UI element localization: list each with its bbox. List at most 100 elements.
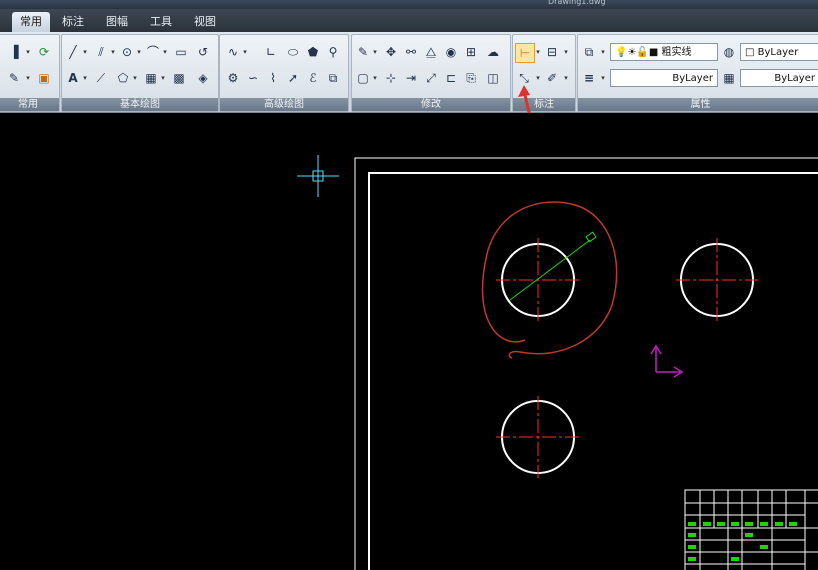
layer-combo[interactable]: 💡☀🔓■ 粗实线 (610, 43, 718, 61)
panel-title-properties: 属性 (578, 98, 818, 111)
stretch-icon[interactable]: ▢ (354, 69, 372, 87)
arc-icon[interactable]: ⌒ (144, 43, 162, 61)
spring-icon[interactable]: ℰ (304, 69, 322, 87)
centerline-icon[interactable]: ⧉ (324, 69, 342, 87)
extend-icon[interactable]: ⇥ (402, 69, 420, 87)
sheet-border-outer (354, 157, 818, 570)
color-combo[interactable]: □ ByLayer (740, 43, 818, 61)
diameter-leader[interactable] (509, 231, 597, 301)
dropdown-arrow-icon[interactable]: ▾ (372, 69, 378, 87)
break-line-icon[interactable]: ⌇ (264, 69, 282, 87)
offset-icon[interactable]: ☁ (484, 43, 502, 61)
dropdown-arrow-icon[interactable]: ▾ (82, 69, 88, 87)
scale-icon[interactable]: ⤢ (422, 69, 440, 87)
crosshair-cursor-icon (297, 155, 339, 197)
tab-view[interactable]: 视图 (186, 12, 224, 32)
erase-icon[interactable]: ✎ (354, 43, 372, 61)
dropdown-arrow-icon[interactable]: ▾ (160, 69, 166, 87)
gear-shape-icon[interactable]: ⚙ (224, 69, 242, 87)
parallel-icon[interactable]: ⫽ (92, 43, 110, 61)
rotate-icon[interactable]: ◉ (442, 43, 460, 61)
refresh-icon[interactable]: ⟳ (35, 43, 53, 61)
polygon-icon[interactable]: ⬟ (304, 43, 322, 61)
construction-line-icon[interactable]: ⟋ (92, 69, 110, 87)
dropdown-arrow-icon[interactable]: ▾ (535, 43, 541, 61)
panel-title-common: 常用 (0, 98, 59, 111)
region-icon[interactable]: ◈ (194, 69, 212, 87)
window-title: Drawing1.dwg (548, 0, 606, 6)
panel-common: ▐ ▾ ⟳ ✎ ▾ ▣ 常用 (0, 34, 60, 112)
tab-dimension[interactable]: 标注 (54, 12, 92, 32)
copy-icon[interactable]: ⚯ (402, 43, 420, 61)
explode-icon[interactable]: ◫ (484, 69, 502, 87)
dim-style-icon[interactable]: ⊟ (543, 43, 561, 61)
dropdown-arrow-icon[interactable]: ▾ (563, 43, 569, 61)
mirror-icon[interactable]: ⧋ (422, 43, 440, 61)
text-icon[interactable]: A (64, 69, 82, 87)
ucs-icon (650, 344, 684, 378)
panel-title-modify: 修改 (352, 98, 510, 111)
clipboard-icon[interactable]: ▐ (5, 43, 23, 61)
dropdown-arrow-icon[interactable]: ▾ (82, 43, 88, 61)
linetype-value: ByLayer (774, 73, 815, 84)
move-icon[interactable]: ✥ (382, 43, 400, 61)
ribbon: ▐ ▾ ⟳ ✎ ▾ ▣ 常用 ╱ ▾ ⫽ ▾ ⊙ ▾ ⌒ ▾ ▭ ↺ A ▾ ⟋… (0, 32, 818, 113)
circle-icon[interactable]: ⊙ (118, 43, 136, 61)
dropdown-arrow-icon[interactable]: ▾ (110, 43, 116, 61)
drawing-canvas[interactable] (0, 113, 818, 570)
circle-hole-2[interactable] (676, 238, 758, 322)
array-icon[interactable]: ⊞ (462, 43, 480, 61)
lineweight-value: ByLayer (672, 73, 713, 84)
dropdown-arrow-icon[interactable]: ▾ (25, 43, 31, 61)
lineweight-combo[interactable]: ByLayer (610, 69, 718, 87)
panel-draw: ╱ ▾ ⫽ ▾ ⊙ ▾ ⌒ ▾ ▭ ↺ A ▾ ⟋ ⬠ ▾ ▦ ▾ ▩ ◈ 基本… (61, 34, 219, 112)
dropdown-arrow-icon[interactable]: ▾ (162, 43, 168, 61)
trim-icon[interactable]: ⊹ (382, 69, 400, 87)
ribbon-tabs: 常用 标注 图幅 工具 视图 (0, 9, 818, 32)
spline-icon[interactable]: ↺ (194, 43, 212, 61)
tab-tools[interactable]: 工具 (142, 12, 180, 32)
panel-title-draw: 基本绘图 (62, 98, 218, 111)
circle-hole-3[interactable] (496, 396, 580, 478)
dropdown-arrow-icon[interactable]: ▾ (563, 69, 569, 87)
color-value: ByLayer (757, 47, 799, 58)
dropdown-arrow-icon[interactable]: ▾ (600, 43, 606, 61)
arrow-icon[interactable]: ➚ (284, 69, 302, 87)
layer-name: 粗实线 (661, 47, 692, 58)
ellipse-icon[interactable]: ⬭ (284, 43, 302, 61)
paste-icon[interactable]: ▣ (35, 69, 53, 87)
join-icon[interactable]: ⎘ (462, 69, 480, 87)
linetype-icon[interactable]: ▦ (720, 69, 738, 87)
tab-common[interactable]: 常用 (12, 12, 50, 32)
table-icon[interactable]: ▦ (142, 69, 160, 87)
dropdown-arrow-icon[interactable]: ▾ (132, 69, 138, 87)
match-properties-icon[interactable]: ✎ (5, 69, 23, 87)
curve-icon[interactable]: ∿ (224, 43, 242, 61)
dropdown-arrow-icon[interactable]: ▾ (242, 43, 248, 61)
title-block (684, 489, 818, 570)
dropdown-arrow-icon[interactable]: ▾ (600, 69, 606, 87)
hatch-icon[interactable]: ▩ (170, 69, 188, 87)
circle-hole-1[interactable] (496, 238, 580, 322)
tab-sheet[interactable]: 图幅 (98, 12, 136, 32)
color-wheel-icon[interactable]: ◍ (720, 43, 738, 61)
title-bar: Drawing1.dwg (0, 0, 818, 9)
search-shape-icon[interactable]: ⚲ (324, 43, 342, 61)
panel-modify: ✎ ▾ ✥ ⚯ ⧋ ◉ ⊞ ☁ ▢ ▾ ⊹ ⇥ ⤢ ⊏ ⎘ ◫ 修改 (351, 34, 511, 112)
lineweight-icon[interactable]: ≡ (580, 69, 598, 87)
block-icon[interactable]: ⬠ (114, 69, 132, 87)
dimension-icon[interactable]: ⊢ (515, 43, 535, 63)
dropdown-arrow-icon[interactable]: ▾ (25, 69, 31, 87)
dropdown-arrow-icon[interactable]: ▾ (372, 43, 378, 61)
layer-icon[interactable]: ⧉ (580, 43, 598, 61)
angle-icon[interactable]: ∟ (262, 43, 280, 61)
panel-title-advanced: 高级绘图 (220, 98, 348, 111)
sheet-border-inner (368, 172, 818, 570)
dropdown-arrow-icon[interactable]: ▾ (136, 43, 142, 61)
panel-advanced-draw: ∿ ▾ ∟ ⬭ ⬟ ⚲ ⚙ ∽ ⌇ ➚ ℰ ⧉ 高级绘图 (219, 34, 349, 112)
rectangle-icon[interactable]: ▭ (172, 43, 190, 61)
line-icon[interactable]: ╱ (64, 43, 82, 61)
wave-icon[interactable]: ∽ (244, 69, 262, 87)
linetype-combo[interactable]: ByLayer (740, 69, 818, 87)
break-icon[interactable]: ⊏ (442, 69, 460, 87)
